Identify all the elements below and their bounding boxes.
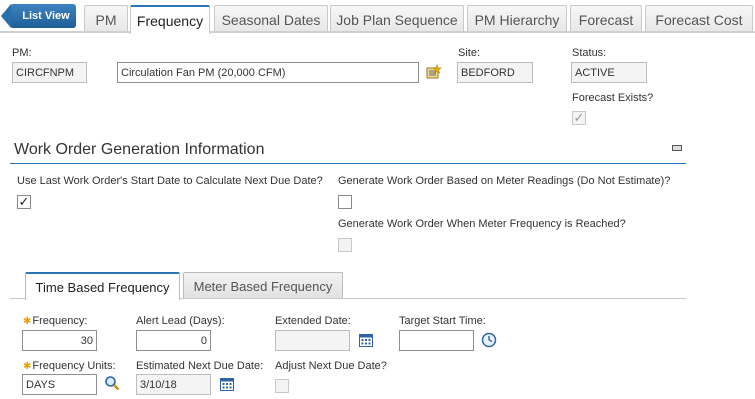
use-last-wo-checkbox[interactable]: ✓ [17, 195, 31, 209]
forecast-exists-checkbox: ✓ [572, 110, 586, 125]
target-start-label: Target Start Time: [399, 315, 486, 327]
adjust-next-due-checkbox [275, 379, 289, 393]
use-last-wo-label: Use Last Work Order's Start Date to Calc… [17, 175, 323, 187]
adjust-next-due-label: Adjust Next Due Date? [275, 360, 387, 372]
extended-date-label: Extended Date: [275, 315, 351, 327]
meter-readings-checkbox[interactable] [338, 195, 352, 209]
site-field[interactable]: BEDFORD [457, 62, 533, 83]
alert-lead-input[interactable]: 0 [136, 330, 211, 351]
status-field[interactable]: ACTIVE [571, 62, 647, 83]
status-label: Status: [572, 47, 607, 59]
pm-label: PM: [12, 47, 32, 59]
frequency-units-label: ✱Frequency Units: [23, 360, 116, 372]
tab-pm[interactable]: PM [84, 5, 128, 33]
tab-time-based-frequency[interactable]: Time Based Frequency [25, 272, 180, 300]
section-title: Work Order Generation Information [14, 141, 265, 158]
minimize-icon[interactable] [672, 145, 682, 151]
tab-pm-hierarchy[interactable]: PM Hierarchy [467, 5, 567, 33]
pm-field[interactable]: CIRCFNPM [12, 62, 87, 83]
pm-description-field[interactable]: Circulation Fan PM (20,000 CFM) [117, 62, 419, 83]
magnifier-icon[interactable] [104, 375, 120, 391]
tab-bar-divider [0, 31, 755, 33]
frequency-input[interactable]: 30 [22, 330, 97, 351]
est-next-due-label: Estimated Next Due Date: [136, 360, 264, 372]
tab-forecast[interactable]: Forecast [570, 5, 642, 33]
extended-date-field [275, 330, 350, 351]
calendar-icon[interactable] [358, 332, 374, 348]
meter-readings-label: Generate Work Order Based on Meter Readi… [338, 175, 671, 187]
calendar-icon[interactable] [219, 376, 235, 392]
top-tab-bar: List View PM Frequency Seasonal Dates Jo… [0, 0, 755, 34]
tab-meter-based-frequency[interactable]: Meter Based Frequency [183, 272, 343, 299]
clock-icon[interactable] [481, 332, 497, 348]
forecast-exists-label: Forecast Exists? [572, 92, 654, 104]
meter-frequency-label: Generate Work Order When Meter Frequency… [338, 218, 626, 230]
meter-frequency-checkbox [338, 238, 352, 252]
frequency-units-label-text: Frequency Units: [32, 360, 116, 372]
tab-forecast-cost[interactable]: Forecast Cost [645, 5, 753, 33]
est-next-due-field: 3/10/18 [136, 374, 211, 395]
tab-seasonal-dates[interactable]: Seasonal Dates [214, 5, 328, 33]
list-view-button[interactable]: List View [1, 4, 76, 28]
frequency-label-text: Frequency: [32, 315, 88, 327]
section-divider [10, 163, 686, 164]
alert-lead-label: Alert Lead (Days): [136, 315, 225, 327]
required-marker: ✱ [23, 361, 32, 372]
required-marker: ✱ [23, 316, 32, 327]
tab-frequency[interactable]: Frequency [130, 5, 210, 34]
site-label: Site: [458, 47, 481, 59]
detail-menu-icon[interactable] [425, 63, 443, 81]
frequency-label: ✱Frequency: [23, 315, 87, 327]
list-view-label: List View [22, 10, 70, 22]
tab-job-plan-sequence[interactable]: Job Plan Sequence [330, 5, 464, 33]
frequency-units-input[interactable]: DAYS [22, 374, 97, 395]
target-start-input[interactable] [399, 330, 474, 351]
